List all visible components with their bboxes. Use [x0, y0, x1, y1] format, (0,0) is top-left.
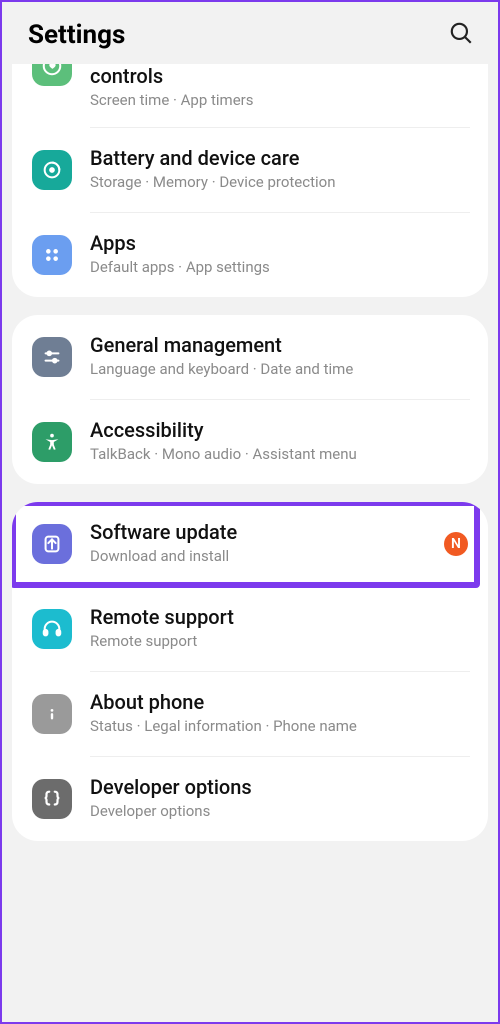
row-title: Battery and device care [90, 146, 468, 171]
row-title: Software update [90, 520, 436, 545]
row-subtitle: Screen time · App timers [90, 91, 468, 111]
row-title: About phone [90, 690, 468, 715]
settings-row-general-management[interactable]: General management Language and keyboard… [12, 315, 488, 399]
settings-group-2: General management Language and keyboard… [12, 315, 488, 484]
row-title: Remote support [90, 605, 468, 630]
settings-row-battery-care[interactable]: Battery and device care Storage · Memory… [12, 128, 488, 212]
row-text: General management Language and keyboard… [90, 333, 468, 380]
search-icon[interactable] [448, 20, 474, 50]
row-subtitle: Language and keyboard · Date and time [90, 360, 468, 380]
settings-row-remote-support[interactable]: Remote support Remote support [12, 587, 488, 671]
row-text: controls Screen time · App timers [90, 64, 468, 111]
sliders-icon [32, 337, 72, 377]
new-badge: N [444, 532, 468, 556]
row-text: Developer options Developer options [90, 775, 468, 822]
row-title: Apps [90, 231, 468, 256]
settings-row-software-update[interactable]: Software update Download and install N [12, 502, 488, 586]
settings-row-about-phone[interactable]: About phone Status · Legal information ·… [12, 672, 488, 756]
row-title: General management [90, 333, 468, 358]
accessibility-icon [32, 422, 72, 462]
row-subtitle: Storage · Memory · Device protection [90, 173, 468, 193]
row-title: Accessibility [90, 418, 468, 443]
settings-group-3: Software update Download and install N R… [12, 502, 488, 841]
update-arrow-icon [32, 524, 72, 564]
row-text: Software update Download and install [90, 520, 436, 567]
settings-row-accessibility[interactable]: Accessibility TalkBack · Mono audio · As… [12, 400, 488, 484]
row-subtitle: Download and install [90, 547, 436, 567]
row-subtitle: Developer options [90, 802, 468, 822]
settings-row-digital-wellbeing[interactable]: controls Screen time · App timers [12, 64, 488, 127]
heart-shield-icon [32, 64, 72, 86]
row-title: Developer options [90, 775, 468, 800]
row-title: controls [90, 64, 468, 89]
row-subtitle: Remote support [90, 632, 468, 652]
braces-icon [32, 779, 72, 819]
apps-grid-icon [32, 235, 72, 275]
device-care-icon [32, 150, 72, 190]
settings-row-apps[interactable]: Apps Default apps · App settings [12, 213, 488, 297]
info-icon [32, 694, 72, 734]
headset-icon [32, 609, 72, 649]
row-subtitle: TalkBack · Mono audio · Assistant menu [90, 445, 468, 465]
header: Settings [2, 2, 498, 64]
row-text: Battery and device care Storage · Memory… [90, 146, 468, 193]
row-text: Accessibility TalkBack · Mono audio · As… [90, 418, 468, 465]
page-title: Settings [28, 20, 125, 50]
settings-group-1: controls Screen time · App timers Batter… [12, 64, 488, 297]
row-text: About phone Status · Legal information ·… [90, 690, 468, 737]
row-subtitle: Default apps · App settings [90, 258, 468, 278]
row-text: Remote support Remote support [90, 605, 468, 652]
row-subtitle: Status · Legal information · Phone name [90, 717, 468, 737]
settings-row-developer-options[interactable]: Developer options Developer options [12, 757, 488, 841]
row-text: Apps Default apps · App settings [90, 231, 468, 278]
